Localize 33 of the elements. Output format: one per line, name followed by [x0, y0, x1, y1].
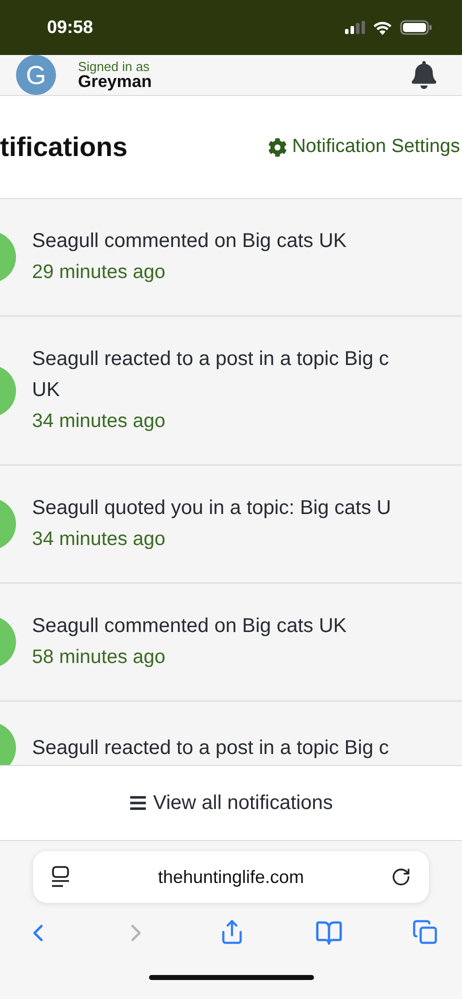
- reload-icon[interactable]: [391, 867, 411, 887]
- book-icon: [314, 919, 342, 947]
- wifi-icon: [373, 20, 392, 34]
- url-text: thehuntinglife.com: [158, 866, 304, 888]
- notification-text[interactable]: Seagull commented on Big cats UK: [32, 226, 347, 257]
- signal-icon: [345, 21, 365, 34]
- page-menu-icon: [51, 866, 71, 888]
- battery-icon: [400, 20, 432, 35]
- notification-text[interactable]: Seagull quoted you in a topic: Big cats U: [32, 493, 392, 524]
- tabs-icon: [412, 919, 438, 945]
- notification-time: 34 minutes ago: [32, 409, 166, 434]
- notification-text[interactable]: Seagull reacted to a post in a topic Big c: [32, 732, 389, 764]
- notification-time: 58 minutes ago: [32, 645, 166, 670]
- avatar-icon: [0, 722, 16, 765]
- notification-text[interactable]: Seagull commented on Big cats UK: [32, 611, 347, 642]
- avatar-icon: [0, 364, 16, 416]
- notification-settings-link[interactable]: Notification Settings: [268, 136, 460, 158]
- avatar-icon: [0, 616, 16, 668]
- panel-title: tifications: [0, 132, 128, 162]
- view-all-notifications-link[interactable]: View all notifications: [129, 792, 333, 814]
- notification-time: 29 minutes ago: [32, 260, 166, 285]
- status-time: 09:58: [47, 17, 94, 38]
- signed-in-label: Signed in as: [78, 60, 151, 73]
- avatar-icon: [0, 231, 16, 283]
- settings-icon: [268, 138, 288, 156]
- notification-text[interactable]: UK: [32, 375, 389, 406]
- username: Greyman: [78, 73, 153, 90]
- address-bar[interactable]: thehuntinglife.com: [33, 851, 429, 903]
- bell-icon[interactable]: [410, 61, 438, 89]
- avatar-icon: [0, 498, 16, 550]
- notification-text[interactable]: Seagull reacted to a post in a topic Big c: [32, 344, 389, 375]
- menu-icon: [129, 794, 148, 812]
- notification-time: 34 minutes ago: [32, 527, 166, 552]
